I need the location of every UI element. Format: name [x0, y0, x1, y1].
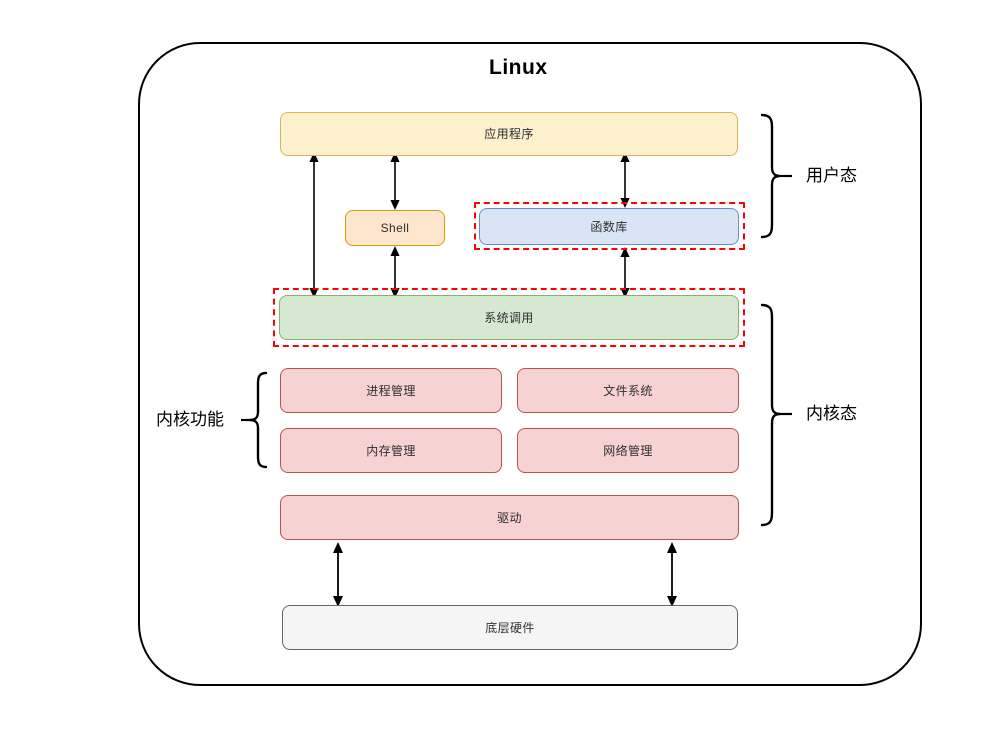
kernel-module-label: 文件系统 — [603, 383, 653, 398]
layer-shell[interactable]: Shell — [345, 210, 445, 246]
layer-driver-label: 驱动 — [497, 510, 522, 525]
kernel-module-label: 内存管理 — [366, 443, 416, 458]
kernel-module-label: 进程管理 — [366, 383, 416, 398]
kernel-module-memory-management[interactable]: 内存管理 — [280, 428, 502, 473]
layer-shell-label: Shell — [380, 221, 410, 235]
page-title: Linux — [489, 56, 548, 79]
kernel-module-network-management[interactable]: 网络管理 — [517, 428, 739, 473]
diagram-canvas: Linux 应用程序 Shell 函数库 系统调用 进程管理 文件系统 内存管理… — [0, 0, 990, 729]
layer-hardware[interactable]: 底层硬件 — [282, 605, 738, 650]
annotation-kernel-mode: 内核态 — [806, 404, 857, 423]
layer-library[interactable]: 函数库 — [479, 208, 739, 245]
layer-syscall[interactable]: 系统调用 — [279, 295, 739, 340]
kernel-module-label: 网络管理 — [603, 443, 653, 458]
layer-hardware-label: 底层硬件 — [485, 620, 535, 635]
layer-application-label: 应用程序 — [484, 127, 534, 141]
kernel-module-process-management[interactable]: 进程管理 — [280, 368, 502, 413]
layer-driver[interactable]: 驱动 — [280, 495, 739, 540]
layer-application[interactable]: 应用程序 — [280, 112, 738, 156]
annotation-user-mode: 用户态 — [806, 166, 857, 185]
kernel-module-file-system[interactable]: 文件系统 — [517, 368, 739, 413]
layer-library-label: 函数库 — [590, 219, 628, 234]
layer-syscall-label: 系统调用 — [484, 310, 534, 325]
annotation-kernel-functions: 内核功能 — [156, 410, 224, 429]
